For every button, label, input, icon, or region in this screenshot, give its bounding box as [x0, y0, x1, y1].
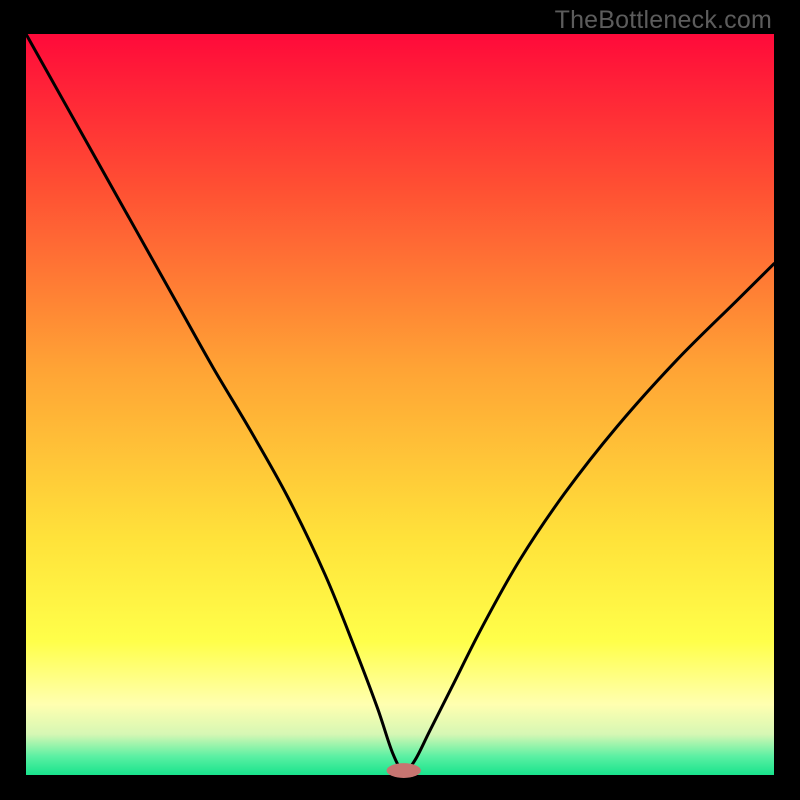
optimum-marker [387, 763, 421, 778]
bottleneck-chart [0, 0, 800, 800]
plot-background [26, 34, 774, 775]
chart-frame: TheBottleneck.com [0, 0, 800, 800]
watermark-text: TheBottleneck.com [555, 6, 772, 35]
